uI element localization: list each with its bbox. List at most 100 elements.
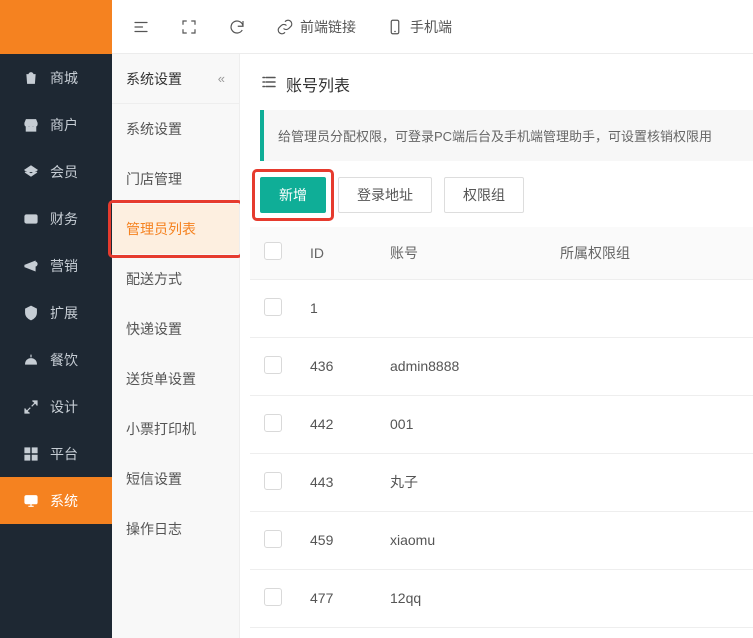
nav-item-marketing[interactable]: 营销	[0, 242, 112, 289]
cell-group	[546, 453, 753, 511]
cell-id: 1	[296, 279, 376, 337]
cell-id: 442	[296, 395, 376, 453]
refresh-button[interactable]	[228, 18, 246, 36]
extend-icon	[22, 304, 40, 322]
nav-item-finance[interactable]: 财务	[0, 195, 112, 242]
sub-sidebar-header: 系统设置 «	[112, 54, 239, 104]
row-checkbox[interactable]	[264, 588, 282, 606]
nav-item-platform[interactable]: 平台	[0, 430, 112, 477]
nav-label: 系统	[50, 491, 78, 511]
cell-group	[546, 279, 753, 337]
sub-item-4[interactable]: 快递设置	[112, 304, 239, 354]
nav-label: 商户	[50, 115, 78, 135]
nav-item-extend[interactable]: 扩展	[0, 289, 112, 336]
link-icon	[276, 18, 294, 36]
design-icon	[22, 398, 40, 416]
add-button[interactable]: 新增	[260, 177, 326, 213]
select-all-checkbox[interactable]	[264, 242, 282, 260]
nav-label: 扩展	[50, 303, 78, 323]
table-row: 436admin8888	[250, 337, 753, 395]
cell-account: admin8888	[376, 337, 546, 395]
frontend-link-label: 前端链接	[300, 17, 356, 37]
cell-account	[376, 279, 546, 337]
cell-account: 12qq	[376, 569, 546, 627]
list-icon	[260, 73, 278, 96]
row-checkbox[interactable]	[264, 414, 282, 432]
login-address-button[interactable]: 登录地址	[338, 177, 432, 213]
info-bar: 给管理员分配权限，可登录PC端后台及手机端管理助手，可设置核销权限用	[260, 110, 753, 161]
nav-item-catering[interactable]: 餐饮	[0, 336, 112, 383]
nav-item-system[interactable]: 系统	[0, 477, 112, 524]
row-checkbox[interactable]	[264, 356, 282, 374]
mall-icon	[22, 69, 40, 87]
table-row: 459xiaomu	[250, 511, 753, 569]
mobile-icon	[386, 18, 404, 36]
cell-id: 436	[296, 337, 376, 395]
table-row: 442001	[250, 395, 753, 453]
system-icon	[22, 492, 40, 510]
admin-table: ID 账号 所属权限组 1436admin8888442001443丸子459x…	[250, 227, 753, 628]
mobile-button[interactable]: 手机端	[386, 17, 452, 37]
main-sidebar: 商城商户会员财务营销扩展餐饮设计平台系统	[0, 0, 112, 638]
catering-icon	[22, 351, 40, 369]
sub-item-1[interactable]: 门店管理	[112, 154, 239, 204]
col-header-account: 账号	[376, 227, 546, 279]
nav-label: 会员	[50, 162, 78, 182]
nav-label: 财务	[50, 209, 78, 229]
sub-sidebar-title: 系统设置	[126, 69, 182, 89]
frontend-link-button[interactable]: 前端链接	[276, 17, 356, 37]
cell-id: 459	[296, 511, 376, 569]
nav-item-design[interactable]: 设计	[0, 383, 112, 430]
menu-collapse-icon	[132, 18, 150, 36]
sub-item-2[interactable]: 管理员列表	[112, 204, 239, 254]
panel-title-row: 账号列表	[250, 72, 753, 110]
platform-icon	[22, 445, 40, 463]
refresh-icon	[228, 18, 246, 36]
marketing-icon	[22, 257, 40, 275]
topbar: 前端链接 手机端	[112, 0, 753, 54]
nav-label: 营销	[50, 256, 78, 276]
sub-item-5[interactable]: 送货单设置	[112, 354, 239, 404]
col-header-id: ID	[296, 227, 376, 279]
cell-id: 477	[296, 569, 376, 627]
content-panel: 账号列表 给管理员分配权限，可登录PC端后台及手机端管理助手，可设置核销权限用 …	[240, 54, 753, 638]
member-icon	[22, 163, 40, 181]
sub-sidebar: 系统设置 « 系统设置门店管理管理员列表配送方式快递设置送货单设置小票打印机短信…	[112, 54, 240, 638]
collapse-icon[interactable]: «	[218, 71, 225, 86]
table-row: 47712qq	[250, 569, 753, 627]
cell-group	[546, 337, 753, 395]
permission-group-button[interactable]: 权限组	[444, 177, 524, 213]
panel-title: 账号列表	[286, 72, 350, 96]
nav-item-member[interactable]: 会员	[0, 148, 112, 195]
sub-item-8[interactable]: 操作日志	[112, 504, 239, 554]
sub-item-0[interactable]: 系统设置	[112, 104, 239, 154]
nav-label: 设计	[50, 397, 78, 417]
merchant-icon	[22, 116, 40, 134]
mobile-label: 手机端	[410, 17, 452, 37]
sub-item-3[interactable]: 配送方式	[112, 254, 239, 304]
finance-icon	[22, 210, 40, 228]
cell-id: 443	[296, 453, 376, 511]
nav-label: 餐饮	[50, 350, 78, 370]
table-row: 1	[250, 279, 753, 337]
row-checkbox[interactable]	[264, 472, 282, 490]
toggle-sidebar-button[interactable]	[132, 18, 150, 36]
nav-label: 商城	[50, 68, 78, 88]
nav-item-merchant[interactable]: 商户	[0, 101, 112, 148]
cell-account: xiaomu	[376, 511, 546, 569]
sub-item-6[interactable]: 小票打印机	[112, 404, 239, 454]
row-checkbox[interactable]	[264, 298, 282, 316]
cell-group	[546, 569, 753, 627]
row-checkbox[interactable]	[264, 530, 282, 548]
nav-label: 平台	[50, 444, 78, 464]
fullscreen-button[interactable]	[180, 18, 198, 36]
nav-item-mall[interactable]: 商城	[0, 54, 112, 101]
sub-item-7[interactable]: 短信设置	[112, 454, 239, 504]
cell-account: 丸子	[376, 453, 546, 511]
highlight-selected-subitem	[108, 200, 243, 258]
cell-group	[546, 395, 753, 453]
fullscreen-icon	[180, 18, 198, 36]
table-row: 443丸子	[250, 453, 753, 511]
col-header-group: 所属权限组	[546, 227, 753, 279]
cell-group	[546, 511, 753, 569]
